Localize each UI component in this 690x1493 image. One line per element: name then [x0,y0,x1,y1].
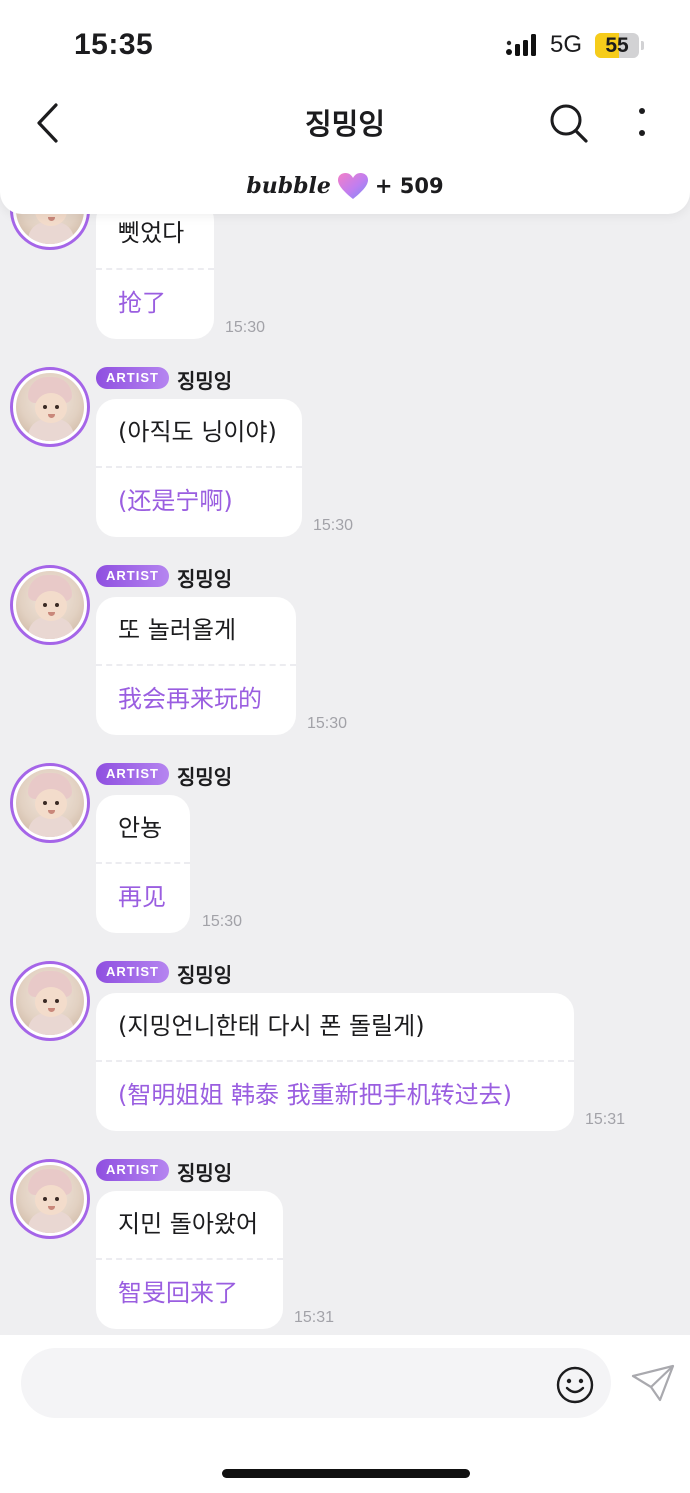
message-bubble[interactable]: 뻿었다 抢了 [96,200,214,339]
message-translation-text: (智明姐姐 韩泰 我重新把手机转过去) [118,1081,512,1109]
heart-icon [337,173,368,199]
sender-name[interactable]: 징밍잉 [177,1157,232,1186]
home-indicator [222,1469,470,1478]
more-vertical-icon[interactable] [630,105,654,143]
translation-divider [96,268,214,270]
message-original-text: 지민 돌아왔어 [118,1210,259,1238]
artist-avatar[interactable] [10,1159,90,1239]
message-timestamp: 15:31 [585,1111,626,1128]
message-original-text: 안뇽 [118,814,163,842]
message-original-text: 뻿었다 [118,219,185,247]
battery-tip [641,41,644,50]
message-bubble[interactable]: (아직도 닝이야) (还是宁啊) [96,399,302,537]
network-type: 5G [550,31,583,58]
translation-divider [96,1060,574,1062]
artist-avatar[interactable] [10,367,90,447]
message-original-text: (지밍언니한태 다시 폰 돌릴게) [118,1012,425,1040]
battery-percentage: 55 [605,34,629,57]
artist-badge: ARTIST [96,1159,169,1181]
message-timestamp: 15:30 [225,319,266,336]
message-translation-text: (还是宁啊) [118,487,233,515]
baby-photo-image [16,967,84,1035]
translation-divider [96,1258,283,1260]
search-icon[interactable] [548,101,590,145]
message-original-text: (아직도 닝이야) [118,418,277,446]
translation-divider [96,664,296,666]
chat-header: 15:35 5G 55 징밍잉 bubble + 509 [0,0,690,214]
sender-name[interactable]: 징밍잉 [177,761,232,790]
sender-name[interactable]: 징밍잉 [177,365,232,394]
message-bubble[interactable]: 안뇽 再见 [96,795,190,933]
send-icon[interactable] [630,1363,676,1403]
message-bubble[interactable]: 또 놀러올게 我会再来玩的 [96,597,296,735]
artist-badge: ARTIST [96,961,169,983]
translation-divider [96,862,190,864]
message-translation-text: 再见 [118,883,166,911]
artist-badge: ARTIST [96,565,169,587]
message-original-text: 또 놀러올게 [118,616,237,644]
emoji-icon[interactable] [555,1365,595,1405]
message-translation-text: 抢了 [118,289,166,317]
signal-strength-icon [506,34,536,56]
baby-photo-image [16,571,84,639]
artist-badge: ARTIST [96,367,169,389]
message-bubble[interactable]: 지민 돌아왔어 智旻回来了 [96,1191,283,1329]
subscriber-count: + 509 [374,174,444,198]
status-time: 15:35 [74,28,154,61]
baby-photo-image [16,769,84,837]
artist-avatar[interactable] [10,763,90,843]
baby-photo-image [16,373,84,441]
message-translation-text: 我会再来玩的 [118,685,262,713]
message-input[interactable] [21,1348,611,1418]
bubble-brand-logo: bubble [246,173,331,199]
baby-photo-image [16,1165,84,1233]
message-timestamp: 15:31 [294,1309,335,1326]
message-timestamp: 15:30 [202,913,243,930]
artist-avatar[interactable] [10,961,90,1041]
translation-divider [96,466,302,468]
artist-badge: ARTIST [96,763,169,785]
sender-name[interactable]: 징밍잉 [177,563,232,592]
message-translation-text: 智旻回来了 [118,1279,238,1307]
battery-indicator: 55 [595,33,639,58]
artist-avatar[interactable] [10,565,90,645]
composer-bar [0,1335,690,1493]
sender-name[interactable]: 징밍잉 [177,959,232,988]
subscription-info[interactable]: bubble + 509 [0,170,690,202]
message-timestamp: 15:30 [307,715,348,732]
message-timestamp: 15:30 [313,517,354,534]
message-bubble[interactable]: (지밍언니한태 다시 폰 돌릴게) (智明姐姐 韩泰 我重新把手机转过去) [96,993,574,1131]
